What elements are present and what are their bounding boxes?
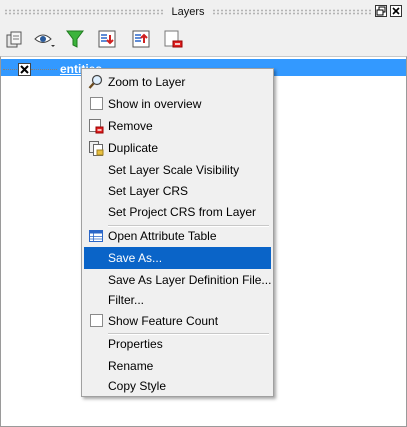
title-grip-left[interactable]: [4, 9, 164, 15]
show-feature-count-checkbox[interactable]: [90, 314, 103, 327]
menu-item-show-feature-count[interactable]: Show Feature Count: [84, 310, 271, 332]
menu-item-copy-style[interactable]: Copy Style: [84, 375, 271, 397]
remove-layer-button[interactable]: [161, 27, 185, 51]
expand-all-button[interactable]: [95, 27, 119, 51]
menu-item-remove[interactable]: Remove: [84, 115, 271, 137]
remove-icon: [88, 118, 104, 134]
visibility-button[interactable]: [32, 27, 56, 51]
tree-branch-line: [3, 69, 17, 70]
table-icon: [88, 228, 104, 244]
layers-toolbar: [0, 24, 407, 54]
show-in-overview-checkbox[interactable]: [90, 97, 103, 110]
menu-item-show-in-overview[interactable]: Show in overview: [84, 93, 271, 115]
expand-all-icon: [98, 30, 116, 48]
float-panel-button[interactable]: [375, 5, 387, 17]
filter-legend-icon: [66, 30, 84, 48]
filter-legend-button[interactable]: [63, 27, 87, 51]
menu-item-save-as-layer-definition[interactable]: Save As Layer Definition File...: [84, 269, 271, 291]
menu-item-filter[interactable]: Filter...: [84, 289, 271, 311]
close-panel-button[interactable]: [390, 5, 402, 17]
tree-branch-line-2: [31, 69, 57, 70]
remove-layer-icon: [164, 30, 183, 48]
menu-item-duplicate[interactable]: Duplicate: [84, 137, 271, 159]
menu-item-set-layer-scale-visibility[interactable]: Set Layer Scale Visibility: [84, 159, 271, 181]
panel-titlebar: Layers: [0, 0, 407, 24]
title-grip-right[interactable]: [212, 9, 372, 15]
layer-context-menu: Zoom to Layer Show in overview Remove Du…: [81, 68, 274, 397]
collapse-all-icon: [132, 30, 150, 48]
panel-title: Layers: [171, 6, 205, 18]
add-group-button[interactable]: [2, 27, 26, 51]
layer-visibility-checkbox[interactable]: [18, 63, 31, 76]
menu-item-save-as[interactable]: Save As...: [84, 247, 271, 269]
add-group-icon: [6, 31, 22, 48]
float-icon: [376, 6, 386, 16]
menu-item-set-layer-crs[interactable]: Set Layer CRS: [84, 180, 271, 202]
zoom-icon: [88, 74, 104, 90]
collapse-all-button[interactable]: [129, 27, 153, 51]
visibility-eye-icon: [34, 34, 55, 47]
menu-item-zoom-to-layer[interactable]: Zoom to Layer: [84, 71, 271, 93]
menu-item-properties[interactable]: Properties: [84, 333, 271, 355]
menu-item-open-attribute-table[interactable]: Open Attribute Table: [84, 225, 271, 247]
duplicate-icon: [88, 140, 104, 156]
check-x-icon: [20, 65, 29, 74]
close-icon: [392, 7, 400, 15]
menu-item-set-project-crs[interactable]: Set Project CRS from Layer: [84, 201, 271, 223]
menu-item-rename[interactable]: Rename: [84, 355, 271, 377]
